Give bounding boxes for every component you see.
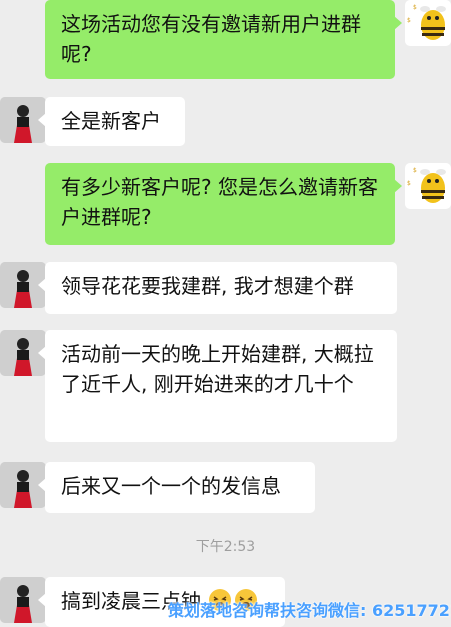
message-text: 这场活动您有没有邀请新用户进群呢?	[61, 12, 361, 66]
message-text: 活动前一天的晚上开始建群, 大概拉了近千人, 刚开始进来的才几十个	[61, 342, 374, 396]
watermark-text: 策划落地咨询帮扶咨询微信: 625177219	[168, 601, 451, 619]
self-avatar-bee-icon[interactable]: $ $	[405, 163, 451, 209]
message-text: 领导花花要我建群, 我才想建个群	[61, 274, 354, 298]
self-avatar-bee-icon[interactable]: $ $	[405, 0, 451, 46]
message-text: 后来又一个一个的发信息	[61, 474, 281, 498]
message-text: 有多少新客户呢? 您是怎么邀请新客户进群呢?	[61, 175, 378, 229]
svg-text:$: $	[407, 17, 411, 24]
message-text: 全是新客户	[61, 109, 161, 133]
svg-text:$: $	[407, 180, 411, 187]
message-timestamp: 下午2:53	[195, 539, 256, 555]
message-bubble-received[interactable]: 领导花花要我建群, 我才想建个群	[38, 262, 397, 314]
message-bubble-received[interactable]: 活动前一天的晚上开始建群, 大概拉了近千人, 刚开始进来的才几十个	[38, 330, 397, 442]
svg-text:$: $	[413, 4, 417, 11]
message-bubble-received[interactable]: 全是新客户	[38, 97, 185, 146]
message-bubble-received[interactable]: 后来又一个一个的发信息	[38, 462, 315, 513]
message-bubble-sent[interactable]: 这场活动您有没有邀请新用户进群呢?	[45, 0, 402, 79]
message-bubble-sent[interactable]: 有多少新客户呢? 您是怎么邀请新客户进群呢?	[45, 163, 402, 245]
svg-text:$: $	[413, 167, 417, 174]
